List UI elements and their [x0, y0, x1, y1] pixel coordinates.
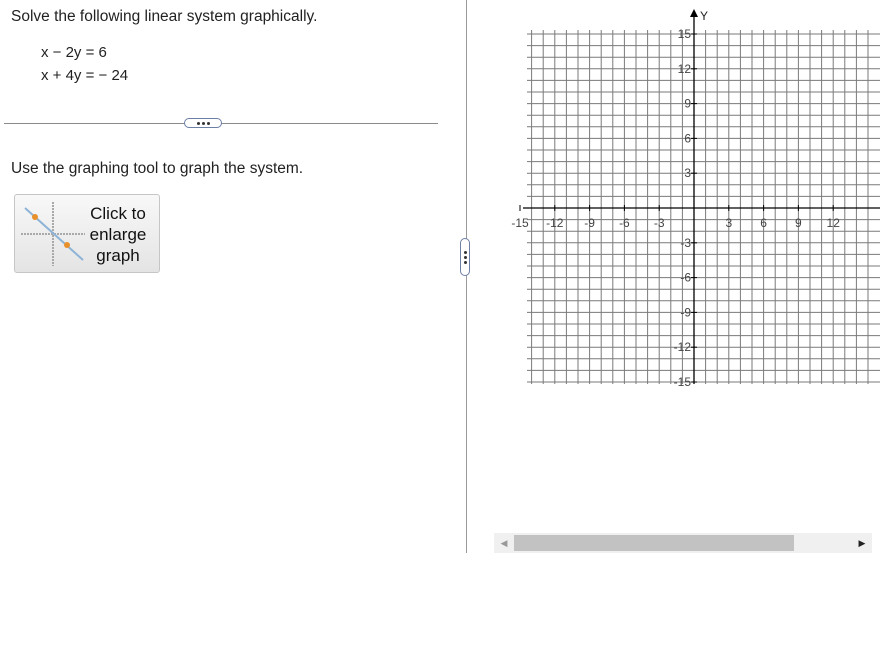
enlarge-label-line-1: Click to: [90, 204, 146, 223]
y-axis-label: Y: [700, 9, 708, 23]
x-tick-label: -15: [511, 216, 529, 230]
y-tick-label: 6: [684, 131, 691, 145]
show-more-button[interactable]: [184, 118, 222, 128]
y-tick-label: 12: [678, 62, 692, 76]
coordinate-plane[interactable]: Y -15 -12 -9 -6 -3 3 6 9 12 15 12 9 6 3 -3 -6 -9 -12 -15: [508, 0, 880, 400]
x-tick-label: 6: [760, 216, 767, 230]
x-tick-label: -6: [619, 216, 630, 230]
equation-2: x + 4y = − 24: [41, 67, 129, 84]
x-tick-label: 9: [795, 216, 802, 230]
enlarge-label-line-3: graph: [96, 246, 140, 265]
question-pane: Solve the following linear system graphi…: [0, 0, 466, 553]
ellipsis-icon: [463, 250, 467, 254]
enlarge-label-line-2: enlarge: [89, 225, 147, 244]
x-tick-label: 3: [725, 216, 732, 230]
y-axis-arrow-icon: [690, 9, 698, 17]
y-tick-label: -15: [674, 375, 692, 389]
ellipsis-icon: [196, 121, 200, 125]
tool-instruction: Use the graphing tool to graph the syste…: [11, 160, 304, 177]
y-tick-label: 3: [684, 166, 691, 180]
y-tick-label: 15: [678, 27, 692, 41]
arrow-right-icon[interactable]: ▶: [852, 533, 872, 553]
problem-instruction: Solve the following linear system graphi…: [11, 8, 318, 25]
x-tick-label: -9: [584, 216, 595, 230]
y-tick-label: -9: [680, 305, 691, 319]
enlarge-graph-label: Click to enlarge graph: [85, 203, 151, 266]
x-tick-label: -3: [654, 216, 665, 230]
y-tick-label: -3: [680, 236, 691, 250]
arrow-left-icon[interactable]: ◀: [494, 533, 514, 553]
horizontal-scrollbar[interactable]: ◀ ▶: [494, 533, 872, 553]
enlarge-graph-button[interactable]: Click to enlarge graph: [14, 194, 160, 273]
x-tick-label: 12: [827, 216, 841, 230]
scrollbar-thumb[interactable]: [514, 535, 794, 551]
pane-splitter[interactable]: [466, 0, 467, 553]
graph-thumbnail-icon: [21, 202, 85, 266]
y-tick-label: -12: [674, 340, 692, 354]
y-tick-label: 9: [684, 97, 691, 111]
y-tick-label: -6: [680, 271, 691, 285]
x-tick-label: -12: [546, 216, 564, 230]
equation-1: x − 2y = 6: [41, 44, 107, 61]
splitter-handle[interactable]: [460, 238, 470, 276]
